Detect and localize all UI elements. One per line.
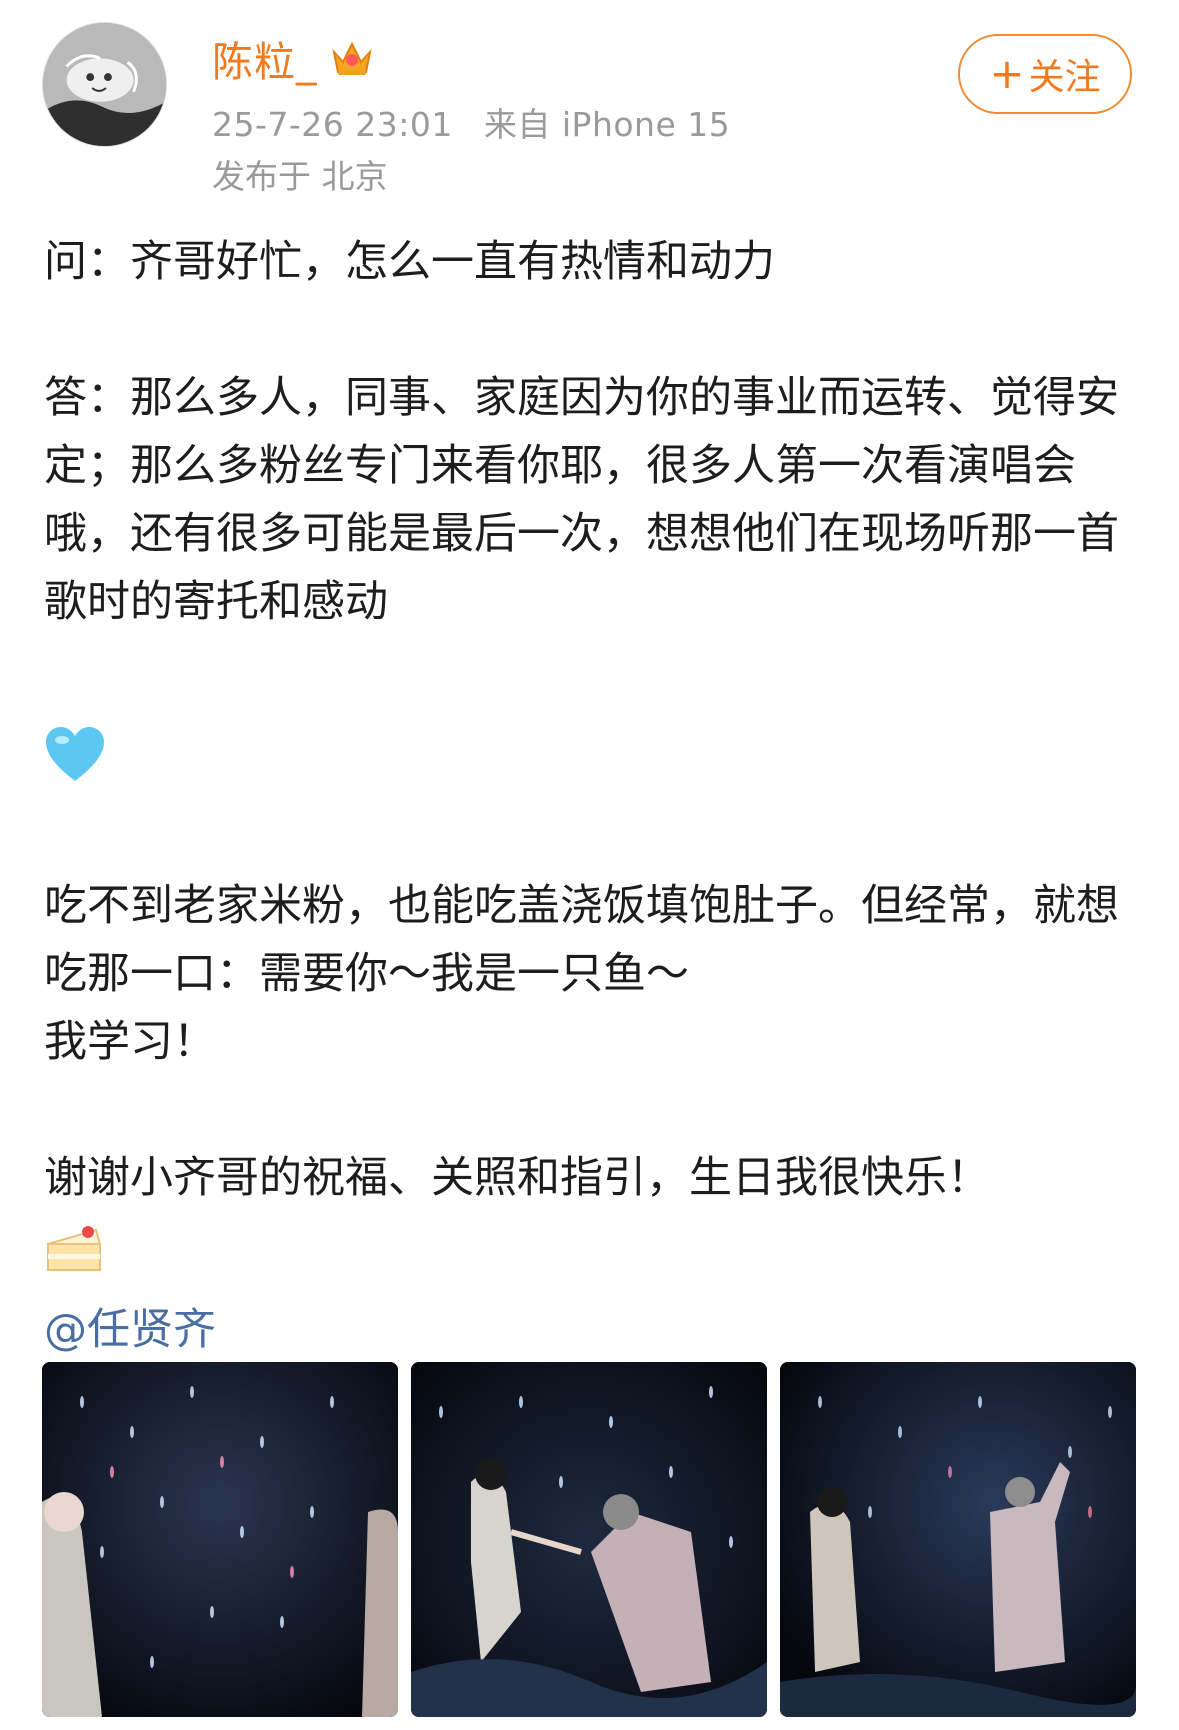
username[interactable]: 陈粒_ [212,28,318,88]
follow-button[interactable]: + 关注 [958,34,1132,114]
photo-thumbnail-3[interactable] [780,1362,1136,1717]
post-meta: 25-7-26 23:01 来自 iPhone 15 [212,98,730,146]
timestamp: 25-7-26 23:01 [212,105,453,144]
avatar-image-icon [43,23,166,146]
post-line-1: 吃不到老家米粉，也能吃盖浇饭填饱肚子。但经常，就想吃那一口：需要你～我是一只鱼～ [44,881,1119,999]
mention-link[interactable]: @任贤齐 [44,1296,1134,1364]
location: 发布于 北京 [212,157,388,196]
blue-heart-emoji [44,704,1134,804]
username-row: 陈粒_ [212,32,374,86]
source: 来自 iPhone 15 [483,105,731,144]
plus-icon: + [989,49,1025,98]
post-answer: 答：那么多人，同事、家庭因为你的事业而运转、觉得安定；那么多粉丝专门来看你耶，很… [44,373,1119,627]
post-thanks: 谢谢小齐哥的祝福、关照和指引，生日我很快乐！ [44,1153,990,1203]
follow-label: 关注 [1028,57,1101,98]
post-line-2: 我学习！ [44,1017,216,1067]
concert-photo-1-icon [42,1362,398,1717]
photo-grid [42,1362,1136,1717]
avatar[interactable] [42,22,167,147]
post-body: 问：齐哥好忙，怎么一直有热情和动力 答：那么多人，同事、家庭因为你的事业而运转、… [44,228,1134,1364]
photo-thumbnail-2[interactable] [411,1362,767,1717]
concert-photo-2-icon [411,1362,767,1717]
post-header: 陈粒_ 25-7-26 23:01 来自 iPhone 15 发布于 北京 + … [0,0,1179,200]
post-question: 问：齐哥好忙，怎么一直有热情和动力 [44,237,775,287]
blue-heart-icon [46,727,104,781]
photo-thumbnail-1[interactable] [42,1362,398,1717]
cake-icon [47,1226,102,1271]
crown-icon [331,41,372,75]
concert-photo-3-icon [780,1362,1136,1717]
cake-emoji [44,1212,1134,1296]
